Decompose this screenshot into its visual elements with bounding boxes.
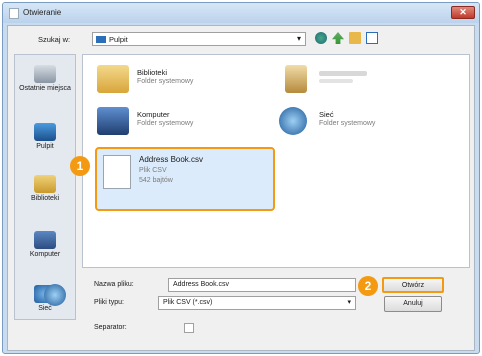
item-name: Biblioteki [137, 68, 168, 77]
item-type: Folder systemowy [137, 78, 194, 85]
place-libraries[interactable]: Biblioteki [15, 175, 75, 202]
item-name: Komputer [137, 110, 170, 119]
place-computer[interactable]: Komputer [15, 231, 75, 258]
cancel-button[interactable]: Anuluj [384, 296, 442, 312]
view-menu-icon[interactable] [366, 32, 378, 44]
file-size: 542 bajtów [139, 177, 173, 184]
libraries-icon [34, 175, 56, 193]
place-desktop[interactable]: Pulpit [15, 123, 75, 150]
title-bar: Otwieranie ✕ [3, 3, 479, 23]
bottom-panel: Nazwa pliku: Address Book.csv Pliki typu… [8, 272, 474, 352]
lookin-dropdown[interactable]: Pulpit ▾ [92, 32, 306, 46]
back-icon[interactable] [315, 32, 327, 44]
separator-checkbox[interactable] [184, 323, 194, 333]
filetype-value: Plik CSV (*.csv) [163, 299, 213, 306]
new-folder-icon[interactable] [349, 32, 361, 44]
desktop-icon [96, 36, 106, 43]
place-label: Pulpit [36, 143, 54, 150]
filename-label: Nazwa pliku: [94, 281, 134, 288]
file-list: Biblioteki Folder systemowy Komputer Fol… [82, 54, 470, 268]
chevron-down-icon: ▾ [296, 34, 301, 43]
list-item[interactable]: Sieć Folder systemowy [279, 107, 429, 137]
toolbar: Szukaj w: Pulpit ▾ [8, 26, 474, 52]
filename-input[interactable]: Address Book.csv [168, 278, 356, 292]
user-folder-icon [285, 65, 307, 93]
close-button[interactable]: ✕ [451, 6, 475, 19]
item-type: Folder systemowy [137, 120, 194, 127]
list-item-user-folder[interactable] [279, 65, 429, 95]
recent-places-icon [34, 65, 56, 83]
csv-file-icon [103, 155, 131, 189]
place-label: Biblioteki [30, 195, 59, 202]
item-type: Folder systemowy [319, 120, 376, 127]
network-icon [44, 284, 66, 306]
item-name: Sieć [319, 110, 334, 119]
filetype-select[interactable]: Plik CSV (*.csv) ▾ [158, 296, 356, 310]
window-title: Otwieranie [23, 8, 62, 17]
network-icon [279, 107, 307, 135]
place-label: Ostatnie miejsca [19, 85, 71, 92]
document-icon [9, 8, 19, 19]
separator-label: Separator: [94, 324, 127, 331]
up-folder-icon[interactable] [332, 32, 344, 44]
computer-icon [34, 231, 56, 249]
toolbar-buttons [315, 32, 378, 46]
place-recent[interactable]: Ostatnie miejsca [15, 65, 75, 92]
redacted-subtitle [319, 79, 353, 83]
redacted-name [319, 71, 367, 76]
place-label: Komputer [29, 251, 61, 258]
open-dialog: Otwieranie ✕ Szukaj w: Pulpit ▾ Ostatnie… [2, 2, 480, 354]
dialog-body: Szukaj w: Pulpit ▾ Ostatnie miejsca Pulp… [7, 25, 475, 351]
file-type: Plik CSV [139, 167, 167, 174]
list-item[interactable]: Biblioteki Folder systemowy [97, 65, 247, 95]
chevron-down-icon: ▾ [347, 299, 351, 306]
step-badge-1: 1 [70, 156, 90, 176]
filetype-label: Pliki typu: [94, 299, 124, 306]
desktop-icon [34, 123, 56, 141]
lookin-label: Szukaj w: [38, 35, 71, 44]
open-button[interactable]: Otwórz [382, 277, 444, 293]
selected-file-address-book[interactable]: Address Book.csv Plik CSV 542 bajtów [95, 147, 275, 211]
list-item[interactable]: Komputer Folder systemowy [97, 107, 247, 137]
computer-icon [97, 107, 129, 135]
file-name: Address Book.csv [139, 155, 204, 164]
lookin-value: Pulpit [109, 35, 128, 44]
step-badge-2: 2 [358, 276, 378, 296]
libraries-folder-icon [97, 65, 129, 93]
